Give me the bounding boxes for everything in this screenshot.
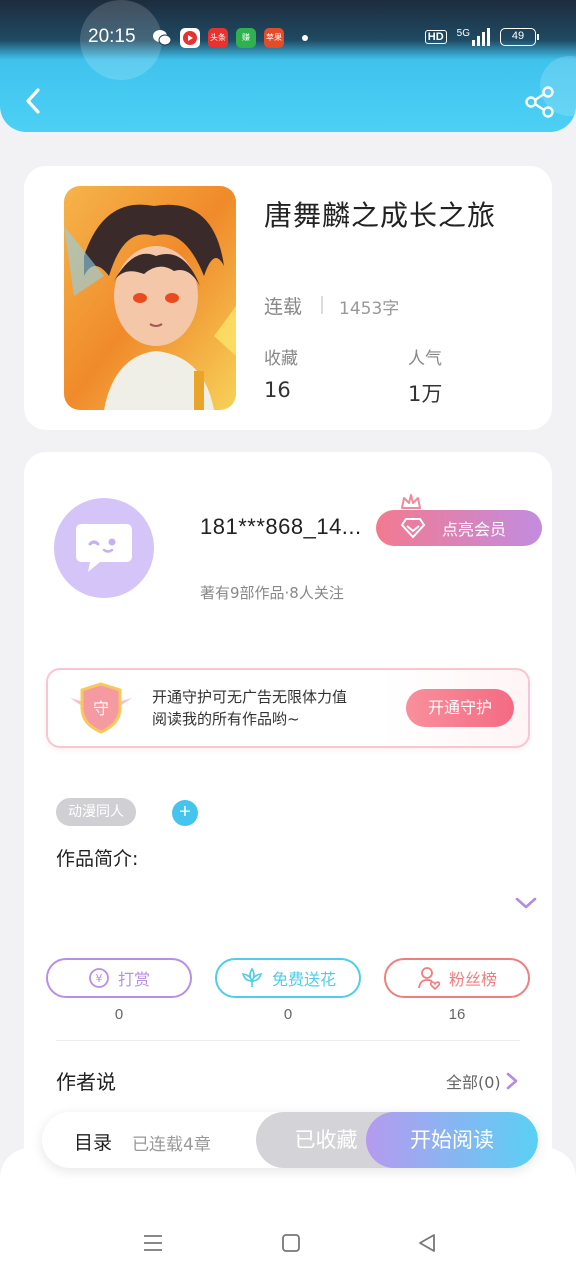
send-flower-label: 免费送花 [271, 970, 336, 989]
add-tag-button[interactable]: + [172, 800, 198, 826]
fan-rank-label: 粉丝榜 [448, 970, 497, 989]
status-right: HD 5G 49 [424, 28, 539, 46]
open-guard-button[interactable]: 开通守护 [406, 689, 514, 727]
genre-tag[interactable]: 动漫同人 [56, 798, 136, 826]
diamond-icon [400, 518, 426, 539]
hd-indicator: HD [424, 30, 447, 44]
user-heart-icon [417, 966, 441, 990]
guard-line-1: 开通守护可无广告无限体力值 [152, 688, 348, 706]
signal-icon: 5G [457, 28, 490, 46]
guard-badge-text: 守 [93, 699, 109, 718]
more-notifications-dot [302, 35, 308, 41]
video-app-icon [180, 28, 200, 48]
back-nav-icon[interactable] [416, 1232, 438, 1254]
system-nav-bar [0, 1220, 576, 1270]
tip-label: 打赏 [117, 970, 150, 989]
word-count: 1453字 [339, 299, 400, 319]
share-icon [525, 86, 554, 118]
start-reading-button[interactable]: 开始阅读 [366, 1112, 538, 1168]
author-says-all-label: 全部(0) [446, 1073, 501, 1092]
tip-button[interactable]: ¥ 打赏 [46, 958, 192, 998]
status-bar: 20:15 头条 赚 苹果 HD 5G 49 [0, 0, 576, 58]
app-icon-green: 赚 [236, 28, 256, 48]
toutiao-icon: 头条 [208, 28, 228, 48]
fan-rank-button[interactable]: 粉丝榜 [384, 958, 530, 998]
vip-button-label: 点亮会员 [442, 520, 507, 539]
guard-shield-icon: 守 [70, 682, 132, 734]
chevron-right-icon [506, 1072, 517, 1090]
vip-button[interactable]: 点亮会员 [376, 510, 542, 546]
book-title: 唐舞麟之成长之旅 [264, 199, 497, 232]
author-summary: 著有9部作品·8人关注 [200, 584, 344, 602]
fan-count: 16 [448, 1006, 466, 1023]
book-cover[interactable] [64, 186, 236, 410]
back-button[interactable] [20, 86, 50, 116]
coin-icon: ¥ [88, 967, 110, 989]
top-header: 20:15 头条 赚 苹果 HD 5G 49 [0, 0, 576, 132]
crown-icon [401, 494, 421, 509]
book-status: 连载 [264, 296, 303, 318]
author-says-all-link[interactable]: 全部(0) [446, 1069, 519, 1093]
tip-count: 0 [114, 1006, 124, 1023]
divider [321, 296, 323, 314]
network-type: 5G [456, 28, 470, 39]
author-card: 181***868_14... 著有9部作品·8人关注 点亮会员 守 开通守护可… [24, 452, 552, 1212]
flower-count: 0 [283, 1006, 293, 1023]
battery-icon: 49 [500, 28, 539, 46]
chevron-down-icon[interactable] [514, 896, 538, 910]
notification-icons: 头条 赚 苹果 [152, 28, 308, 48]
chat-bubble-icon [76, 524, 132, 572]
toc-button[interactable]: 目录 [74, 1128, 112, 1155]
favorites-value: 16 [264, 378, 291, 402]
author-says-label: 作者说 [56, 1070, 116, 1094]
chapter-count: 已连载4章 [132, 1135, 211, 1155]
favorites-label: 收藏 [264, 349, 298, 369]
status-time: 20:15 [88, 26, 136, 47]
read-bar: 目录 已连载4章 已收藏 开始阅读 [42, 1112, 538, 1168]
guard-description: 开通守护可无广告无限体力值 阅读我的所有作品哟~ [152, 686, 347, 730]
send-flower-button[interactable]: 免费送花 [215, 958, 361, 998]
popularity-label: 人气 [408, 349, 442, 369]
guard-line-2: 阅读我的所有作品哟~ [152, 710, 300, 728]
flower-icon [240, 967, 264, 989]
share-button[interactable] [524, 86, 556, 118]
book-info-card: 唐舞麟之成长之旅 连载 1453字 收藏 16 人气 1万 [24, 166, 552, 430]
menu-icon[interactable] [142, 1232, 164, 1254]
app-icon-red: 苹果 [264, 28, 284, 48]
wechat-icon [152, 28, 172, 48]
avatar[interactable] [54, 498, 154, 598]
divider [56, 1040, 520, 1041]
author-name: 181***868_14... [200, 514, 362, 539]
svg-text:¥: ¥ [95, 972, 102, 985]
home-icon[interactable] [280, 1232, 302, 1254]
intro-label: 作品简介: [56, 848, 139, 870]
guard-banner[interactable]: 守 开通守护可无广告无限体力值 阅读我的所有作品哟~ 开通守护 [46, 668, 530, 748]
popularity-value: 1万 [408, 382, 443, 406]
